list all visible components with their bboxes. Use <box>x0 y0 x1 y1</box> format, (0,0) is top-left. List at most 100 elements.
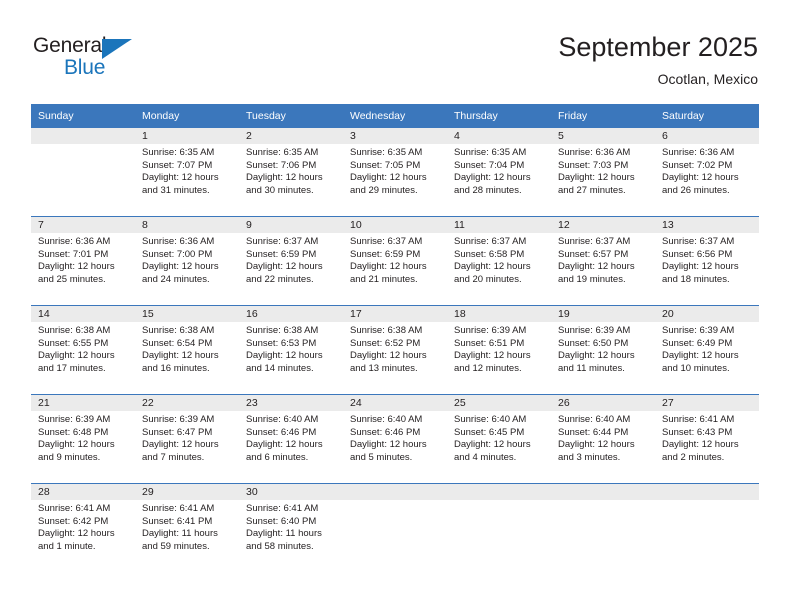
calendar-day-cell[interactable]: 6 Sunrise: 6:36 AM Sunset: 7:02 PM Daylight… <box>655 127 759 217</box>
sunset-text: Sunset: 6:59 PM <box>246 248 317 260</box>
calendar-day-cell[interactable]: 3 Sunrise: 6:35 AM Sunset: 7:05 PM Daylight… <box>343 127 447 217</box>
day-details: Sunrise: 6:37 AM Sunset: 6:56 PM Daylight:… <box>655 233 759 286</box>
calendar-day-cell[interactable]: 14 Sunrise: 6:38 AM Sunset: 6:55 PM Dayligh… <box>31 305 135 395</box>
calendar-day-cell[interactable]: 8 Sunrise: 6:36 AM Sunset: 7:00 PM Daylight… <box>135 216 239 306</box>
day-cell-inner: 16 Sunrise: 6:38 AM Sunset: 6:53 PM Dayligh… <box>239 306 343 394</box>
day-number: 1 <box>135 128 239 144</box>
daylight-text-line2: and 3 minutes. <box>558 451 621 463</box>
day-cell-inner: 1 Sunrise: 6:35 AM Sunset: 7:07 PM Daylight… <box>135 128 239 216</box>
day-number: 29 <box>135 484 239 500</box>
calendar-day-cell[interactable]: 30 Sunrise: 6:41 AM Sunset: 6:40 PM Dayligh… <box>239 483 343 572</box>
calendar-day-cell[interactable]: 25 Sunrise: 6:40 AM Sunset: 6:45 PM Dayligh… <box>447 394 551 484</box>
calendar-empty-cell <box>447 483 551 572</box>
sunrise-text: Sunrise: 6:39 AM <box>142 414 215 425</box>
daylight-text-line2: and 17 minutes. <box>38 362 106 374</box>
day-details: Sunrise: 6:35 AM Sunset: 7:04 PM Daylight:… <box>447 144 551 197</box>
day-number <box>655 484 759 500</box>
sunset-text: Sunset: 6:56 PM <box>662 248 733 260</box>
calendar-day-cell[interactable]: 19 Sunrise: 6:39 AM Sunset: 6:50 PM Dayligh… <box>551 305 655 395</box>
calendar-day-cell[interactable]: 21 Sunrise: 6:39 AM Sunset: 6:48 PM Dayligh… <box>31 394 135 484</box>
calendar-day-cell[interactable]: 1 Sunrise: 6:35 AM Sunset: 7:07 PM Daylight… <box>135 127 239 217</box>
day-details: Sunrise: 6:39 AM Sunset: 6:50 PM Daylight:… <box>551 322 655 375</box>
daylight-text-line1: Daylight: 12 hours <box>38 528 115 540</box>
day-cell-inner: 9 Sunrise: 6:37 AM Sunset: 6:59 PM Daylight… <box>239 217 343 305</box>
calendar-day-cell[interactable]: 5 Sunrise: 6:36 AM Sunset: 7:03 PM Daylight… <box>551 127 655 217</box>
calendar-day-cell[interactable]: 11 Sunrise: 6:37 AM Sunset: 6:58 PM Dayligh… <box>447 216 551 306</box>
calendar-day-cell[interactable]: 12 Sunrise: 6:37 AM Sunset: 6:57 PM Dayligh… <box>551 216 655 306</box>
weekday-header-friday: Friday <box>551 104 655 128</box>
daylight-text-line1: Daylight: 12 hours <box>558 350 635 362</box>
calendar-week-row: 7 Sunrise: 6:36 AM Sunset: 7:01 PM Daylight… <box>31 216 759 306</box>
calendar-day-cell[interactable]: 10 Sunrise: 6:37 AM Sunset: 6:59 PM Dayligh… <box>343 216 447 306</box>
sunrise-text: Sunrise: 6:38 AM <box>38 325 111 336</box>
sunrise-text: Sunrise: 6:38 AM <box>350 325 423 336</box>
calendar-day-cell[interactable]: 7 Sunrise: 6:36 AM Sunset: 7:01 PM Daylight… <box>31 216 135 306</box>
day-cell-inner: 21 Sunrise: 6:39 AM Sunset: 6:48 PM Dayligh… <box>31 395 135 483</box>
day-number: 25 <box>447 395 551 411</box>
daylight-text-line2: and 18 minutes. <box>662 273 730 285</box>
calendar-day-cell[interactable]: 28 Sunrise: 6:41 AM Sunset: 6:42 PM Dayligh… <box>31 483 135 572</box>
day-details: Sunrise: 6:35 AM Sunset: 7:06 PM Daylight:… <box>239 144 343 197</box>
daylight-text-line1: Daylight: 12 hours <box>142 439 219 451</box>
daylight-text-line2: and 2 minutes. <box>662 451 725 463</box>
calendar-day-cell[interactable]: 9 Sunrise: 6:37 AM Sunset: 6:59 PM Daylight… <box>239 216 343 306</box>
calendar-empty-cell <box>655 483 759 572</box>
day-number: 24 <box>343 395 447 411</box>
calendar-day-cell[interactable]: 23 Sunrise: 6:40 AM Sunset: 6:46 PM Dayligh… <box>239 394 343 484</box>
daylight-text-line1: Daylight: 12 hours <box>246 350 323 362</box>
day-cell-inner <box>31 128 135 216</box>
day-details: Sunrise: 6:40 AM Sunset: 6:44 PM Daylight:… <box>551 411 655 464</box>
sunrise-text: Sunrise: 6:36 AM <box>38 236 111 247</box>
daylight-text-line1: Daylight: 12 hours <box>38 261 115 273</box>
sunrise-text: Sunrise: 6:35 AM <box>454 147 527 158</box>
sunrise-text: Sunrise: 6:37 AM <box>350 236 423 247</box>
calendar-day-cell[interactable]: 24 Sunrise: 6:40 AM Sunset: 6:46 PM Dayligh… <box>343 394 447 484</box>
daylight-text-line2: and 7 minutes. <box>142 451 205 463</box>
calendar-day-cell[interactable]: 18 Sunrise: 6:39 AM Sunset: 6:51 PM Dayligh… <box>447 305 551 395</box>
day-number: 8 <box>135 217 239 233</box>
day-cell-inner: 30 Sunrise: 6:41 AM Sunset: 6:40 PM Dayligh… <box>239 484 343 572</box>
sunrise-text: Sunrise: 6:35 AM <box>246 147 319 158</box>
calendar-day-cell[interactable]: 20 Sunrise: 6:39 AM Sunset: 6:49 PM Dayligh… <box>655 305 759 395</box>
calendar-day-cell[interactable]: 16 Sunrise: 6:38 AM Sunset: 6:53 PM Dayligh… <box>239 305 343 395</box>
general-blue-logo[interactable]: General Blue <box>33 34 163 82</box>
calendar-day-cell[interactable]: 29 Sunrise: 6:41 AM Sunset: 6:41 PM Dayligh… <box>135 483 239 572</box>
day-details: Sunrise: 6:41 AM Sunset: 6:42 PM Daylight:… <box>31 500 135 553</box>
sunset-text: Sunset: 7:00 PM <box>142 248 213 260</box>
daylight-text-line2: and 11 minutes. <box>558 362 625 374</box>
sunrise-text: Sunrise: 6:37 AM <box>558 236 631 247</box>
sunset-text: Sunset: 6:40 PM <box>246 515 317 527</box>
sunrise-text: Sunrise: 6:35 AM <box>350 147 423 158</box>
daylight-text-line2: and 9 minutes. <box>38 451 101 463</box>
day-number <box>447 484 551 500</box>
sunrise-text: Sunrise: 6:41 AM <box>38 503 111 514</box>
page-subtitle: Ocotlan, Mexico <box>657 71 758 87</box>
calendar-day-cell[interactable]: 2 Sunrise: 6:35 AM Sunset: 7:06 PM Daylight… <box>239 127 343 217</box>
calendar-body: 1 Sunrise: 6:35 AM Sunset: 7:07 PM Daylight… <box>31 127 759 572</box>
day-cell-inner: 28 Sunrise: 6:41 AM Sunset: 6:42 PM Dayligh… <box>31 484 135 572</box>
calendar-day-cell[interactable]: 26 Sunrise: 6:40 AM Sunset: 6:44 PM Dayligh… <box>551 394 655 484</box>
sunrise-text: Sunrise: 6:37 AM <box>246 236 319 247</box>
calendar-day-cell[interactable]: 13 Sunrise: 6:37 AM Sunset: 6:56 PM Dayligh… <box>655 216 759 306</box>
day-cell-inner: 6 Sunrise: 6:36 AM Sunset: 7:02 PM Daylight… <box>655 128 759 216</box>
day-number: 20 <box>655 306 759 322</box>
day-details: Sunrise: 6:40 AM Sunset: 6:46 PM Daylight:… <box>343 411 447 464</box>
weekday-header-monday: Monday <box>135 104 239 128</box>
calendar-day-cell[interactable]: 27 Sunrise: 6:41 AM Sunset: 6:43 PM Dayligh… <box>655 394 759 484</box>
calendar-day-cell[interactable]: 22 Sunrise: 6:39 AM Sunset: 6:47 PM Dayligh… <box>135 394 239 484</box>
day-cell-inner <box>343 484 447 572</box>
day-cell-inner <box>447 484 551 572</box>
weekday-header-tuesday: Tuesday <box>239 104 343 128</box>
daylight-text-line1: Daylight: 12 hours <box>454 261 531 273</box>
day-details: Sunrise: 6:39 AM Sunset: 6:47 PM Daylight:… <box>135 411 239 464</box>
calendar-day-cell[interactable]: 15 Sunrise: 6:38 AM Sunset: 6:54 PM Dayligh… <box>135 305 239 395</box>
day-number: 3 <box>343 128 447 144</box>
daylight-text-line2: and 24 minutes. <box>142 273 210 285</box>
calendar-empty-cell <box>551 483 655 572</box>
day-details: Sunrise: 6:35 AM Sunset: 7:07 PM Daylight:… <box>135 144 239 197</box>
calendar-day-cell[interactable]: 4 Sunrise: 6:35 AM Sunset: 7:04 PM Daylight… <box>447 127 551 217</box>
sunset-text: Sunset: 7:03 PM <box>558 159 629 171</box>
calendar-day-cell[interactable]: 17 Sunrise: 6:38 AM Sunset: 6:52 PM Dayligh… <box>343 305 447 395</box>
sunset-text: Sunset: 7:05 PM <box>350 159 421 171</box>
day-cell-inner: 29 Sunrise: 6:41 AM Sunset: 6:41 PM Dayligh… <box>135 484 239 572</box>
